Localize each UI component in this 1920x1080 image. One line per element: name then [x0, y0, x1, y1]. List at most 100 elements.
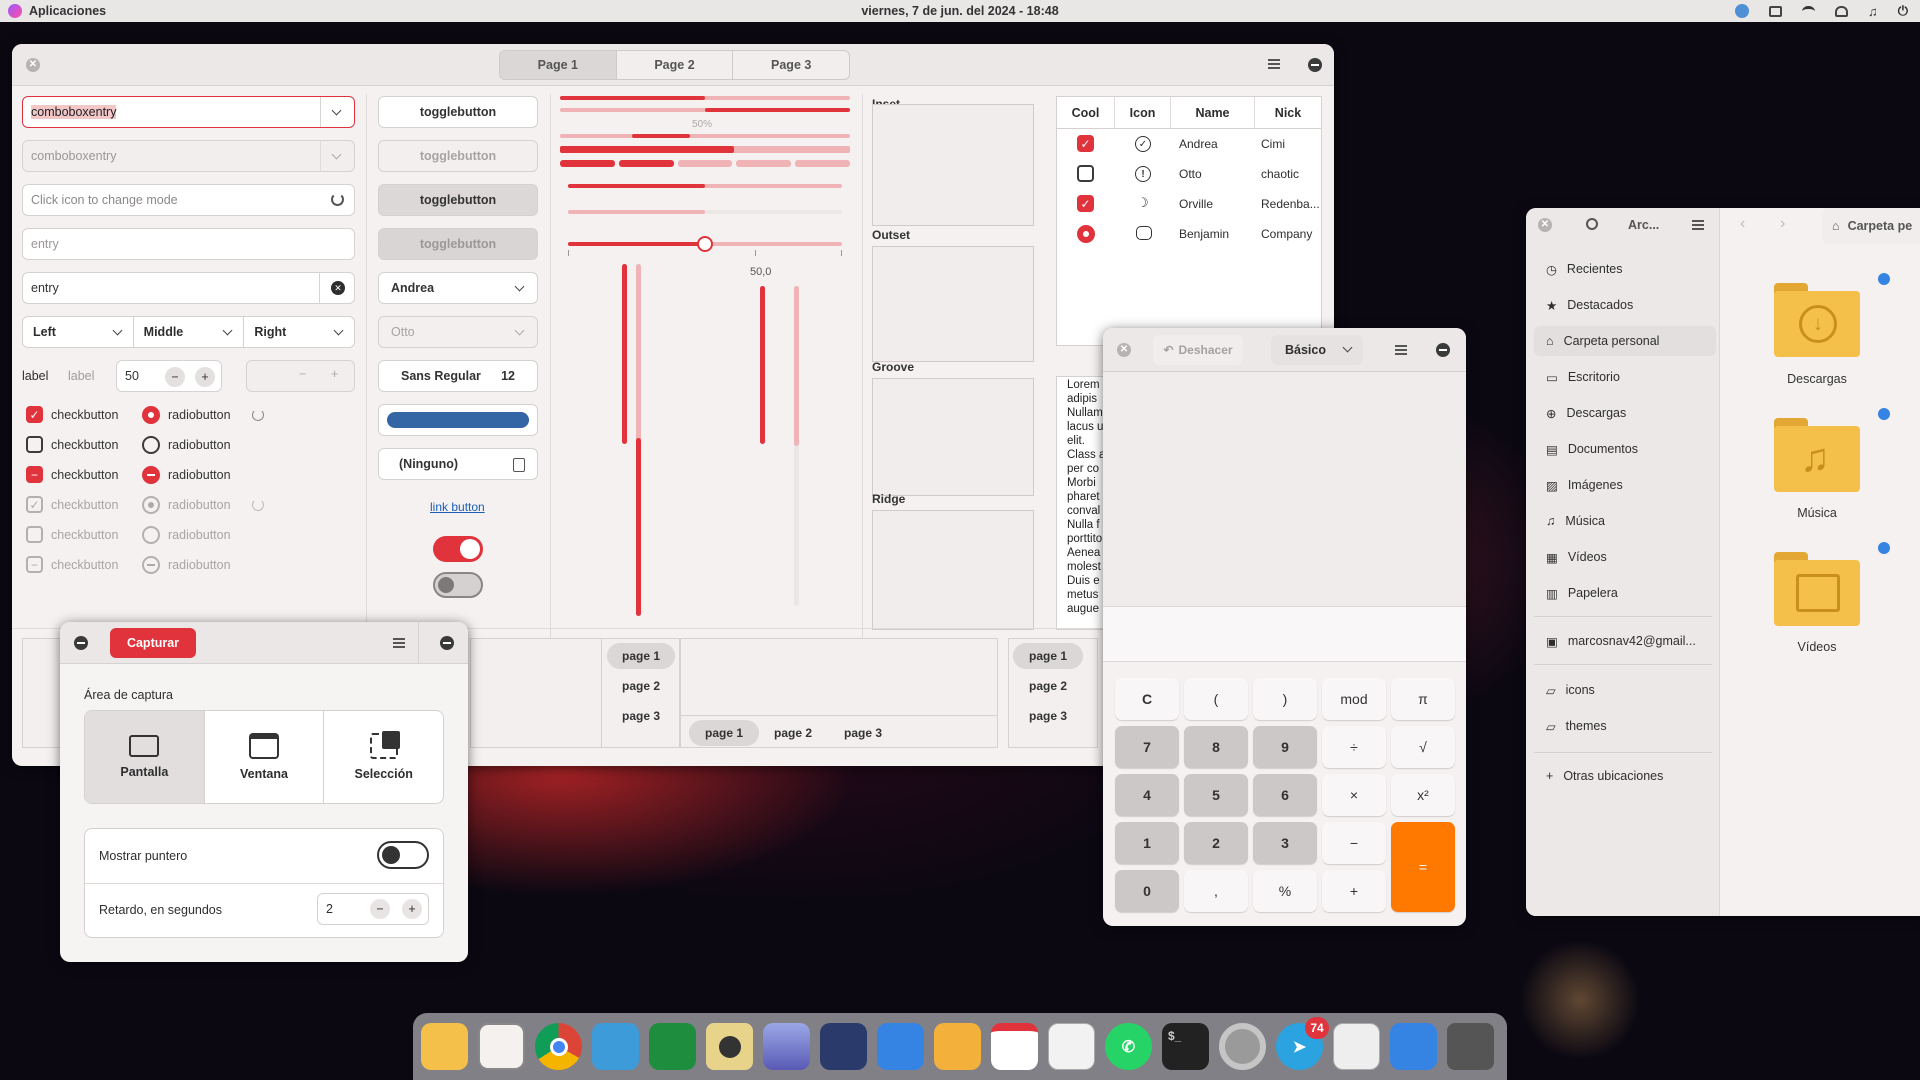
- sidebar-item-icons[interactable]: ▱ icons: [1534, 675, 1716, 705]
- sidebar-item-recientes[interactable]: ◷ Recientes: [1534, 254, 1716, 284]
- close-icon[interactable]: ✕: [1117, 343, 1131, 357]
- calc-key[interactable]: %: [1253, 870, 1317, 912]
- avatar-icon[interactable]: [1734, 4, 1749, 18]
- minimize-icon[interactable]: [440, 636, 454, 650]
- calc-key[interactable]: C: [1115, 678, 1179, 720]
- sidebar-item-musica[interactable]: ♫ Música: [1534, 506, 1716, 536]
- music-icon[interactable]: ♫: [1868, 4, 1878, 19]
- calc-key[interactable]: 6: [1253, 774, 1317, 816]
- radiobutton-checked[interactable]: radiobutton: [142, 406, 231, 424]
- calculator-icon[interactable]: [1447, 1023, 1494, 1070]
- checkbutton-checked[interactable]: ✓ checkbutton: [26, 406, 118, 423]
- video-icon[interactable]: [820, 1023, 867, 1070]
- spin-button[interactable]: 50 − +: [116, 360, 222, 392]
- sidebar-item-videos[interactable]: ▦ Vídeos: [1534, 542, 1716, 572]
- calc-key[interactable]: 8: [1184, 726, 1248, 768]
- display-entry[interactable]: [1103, 606, 1466, 662]
- calc-key[interactable]: ÷: [1322, 726, 1386, 768]
- comboboxentry-1[interactable]: comboboxentry: [22, 96, 355, 128]
- notebook-tab-page-3[interactable]: page 3: [1013, 703, 1083, 729]
- table-row[interactable]: Benjamin Company: [1057, 219, 1321, 249]
- spreadsheet-icon[interactable]: [649, 1023, 696, 1070]
- folder-musica[interactable]: ♫: [1774, 418, 1860, 492]
- capture-option-ventana[interactable]: Ventana: [203, 711, 324, 803]
- sidebar-item-documentos[interactable]: ▤ Documentos: [1534, 434, 1716, 464]
- whatsapp-icon[interactable]: ✆: [1105, 1023, 1152, 1070]
- sidebar-item-account[interactable]: ▣ marcosnav42@gmail...: [1534, 626, 1716, 656]
- clock[interactable]: viernes, 7 de jun. del 2024 - 18:48: [0, 4, 1920, 18]
- software-icon[interactable]: [478, 1023, 525, 1070]
- calendar-icon[interactable]: [991, 1023, 1038, 1070]
- calc-key[interactable]: =: [1391, 822, 1455, 912]
- name-combo[interactable]: Andrea: [378, 272, 538, 304]
- search-icon[interactable]: [1586, 218, 1598, 230]
- calc-key[interactable]: mod: [1322, 678, 1386, 720]
- settings-icon[interactable]: [1219, 1023, 1266, 1070]
- table-row[interactable]: ✓ ✓ Andrea Cimi: [1057, 129, 1321, 159]
- notebook-tab-page-3[interactable]: page 3: [607, 703, 675, 729]
- power-icon[interactable]: ⏻: [1898, 3, 1908, 19]
- calc-key[interactable]: ): [1253, 678, 1317, 720]
- mode-selector[interactable]: Básico: [1271, 335, 1363, 365]
- vscale-3[interactable]: [760, 286, 765, 444]
- notebook-tab-page-2[interactable]: page 2: [1013, 673, 1083, 699]
- calc-key[interactable]: π: [1391, 678, 1455, 720]
- sidebar-item-escritorio[interactable]: ▭ Escritorio: [1534, 362, 1716, 392]
- capture-option-seleccion[interactable]: Selección: [323, 711, 443, 803]
- check-icon[interactable]: ✓: [1077, 135, 1094, 152]
- calc-key[interactable]: 0: [1115, 870, 1179, 912]
- text-editor-icon[interactable]: [1048, 1023, 1095, 1070]
- calc-key[interactable]: 2: [1184, 822, 1248, 864]
- togglebutton-1[interactable]: togglebutton: [378, 96, 538, 128]
- tab-page-2[interactable]: Page 2: [615, 51, 733, 79]
- calc-key[interactable]: 3: [1253, 822, 1317, 864]
- delay-spin[interactable]: 2 − +: [317, 893, 429, 925]
- folder-descargas[interactable]: ↓: [1774, 283, 1860, 357]
- telegram-icon[interactable]: ➤ 74: [1276, 1017, 1329, 1070]
- bell-icon[interactable]: [1834, 5, 1848, 17]
- contacts-icon[interactable]: [877, 1023, 924, 1070]
- menu-icon[interactable]: [1395, 345, 1407, 355]
- check-icon[interactable]: ✓: [1077, 195, 1094, 212]
- applications-menu[interactable]: Aplicaciones: [8, 4, 106, 18]
- calc-key[interactable]: ×: [1322, 774, 1386, 816]
- image-viewer-icon[interactable]: [763, 1023, 810, 1070]
- placeholder-entry[interactable]: entry: [22, 228, 355, 260]
- menu-icon[interactable]: [1268, 59, 1280, 69]
- link-button[interactable]: link button: [430, 500, 485, 514]
- notebook-tab-page-1[interactable]: page 1: [607, 643, 675, 669]
- scale-handle[interactable]: [697, 236, 713, 252]
- calc-key[interactable]: +: [1322, 870, 1386, 912]
- menu-icon[interactable]: [393, 638, 405, 648]
- calc-key[interactable]: √: [1391, 726, 1455, 768]
- sidebar-item-otras-ubicaciones[interactable]: + Otras ubicaciones: [1534, 761, 1716, 791]
- sidebar-item-carpeta-personal[interactable]: ⌂ Carpeta personal: [1534, 326, 1716, 356]
- align-right-combo[interactable]: Right: [243, 317, 354, 347]
- calc-key[interactable]: 5: [1184, 774, 1248, 816]
- mail-icon[interactable]: [934, 1023, 981, 1070]
- calc-key[interactable]: 7: [1115, 726, 1179, 768]
- checkbutton-unchecked[interactable]: checkbutton: [26, 436, 118, 453]
- calc-key[interactable]: 4: [1115, 774, 1179, 816]
- file-chooser-button[interactable]: (Ninguno): [378, 448, 538, 480]
- capture-button[interactable]: Capturar: [110, 628, 196, 658]
- sidebar-item-papelera[interactable]: ▥ Papelera: [1534, 578, 1716, 608]
- font-button[interactable]: Sans Regular 12: [378, 360, 538, 392]
- capture-option-pantalla[interactable]: Pantalla: [85, 711, 204, 803]
- notebook-tab-page-1[interactable]: page 1: [689, 720, 759, 746]
- notes-icon[interactable]: [1390, 1023, 1437, 1070]
- plus-icon[interactable]: +: [402, 899, 422, 919]
- notebook-tab-page-2[interactable]: page 2: [761, 720, 825, 746]
- refresh-icon[interactable]: [331, 193, 344, 206]
- clear-entry[interactable]: entry ✕: [22, 272, 355, 304]
- column-icon[interactable]: Icon: [1115, 97, 1171, 128]
- terminal-icon[interactable]: $_: [1162, 1023, 1209, 1070]
- mode-entry[interactable]: Click icon to change mode: [22, 184, 355, 216]
- notebook-tab-page-2[interactable]: page 2: [607, 673, 675, 699]
- table-row[interactable]: ! Otto chaotic: [1057, 159, 1321, 189]
- chrome-icon[interactable]: [535, 1023, 582, 1070]
- wifi-icon[interactable]: [1801, 5, 1815, 17]
- column-cool[interactable]: Cool: [1057, 97, 1115, 128]
- tab-page-3[interactable]: Page 3: [732, 51, 849, 79]
- calc-key[interactable]: ,: [1184, 870, 1248, 912]
